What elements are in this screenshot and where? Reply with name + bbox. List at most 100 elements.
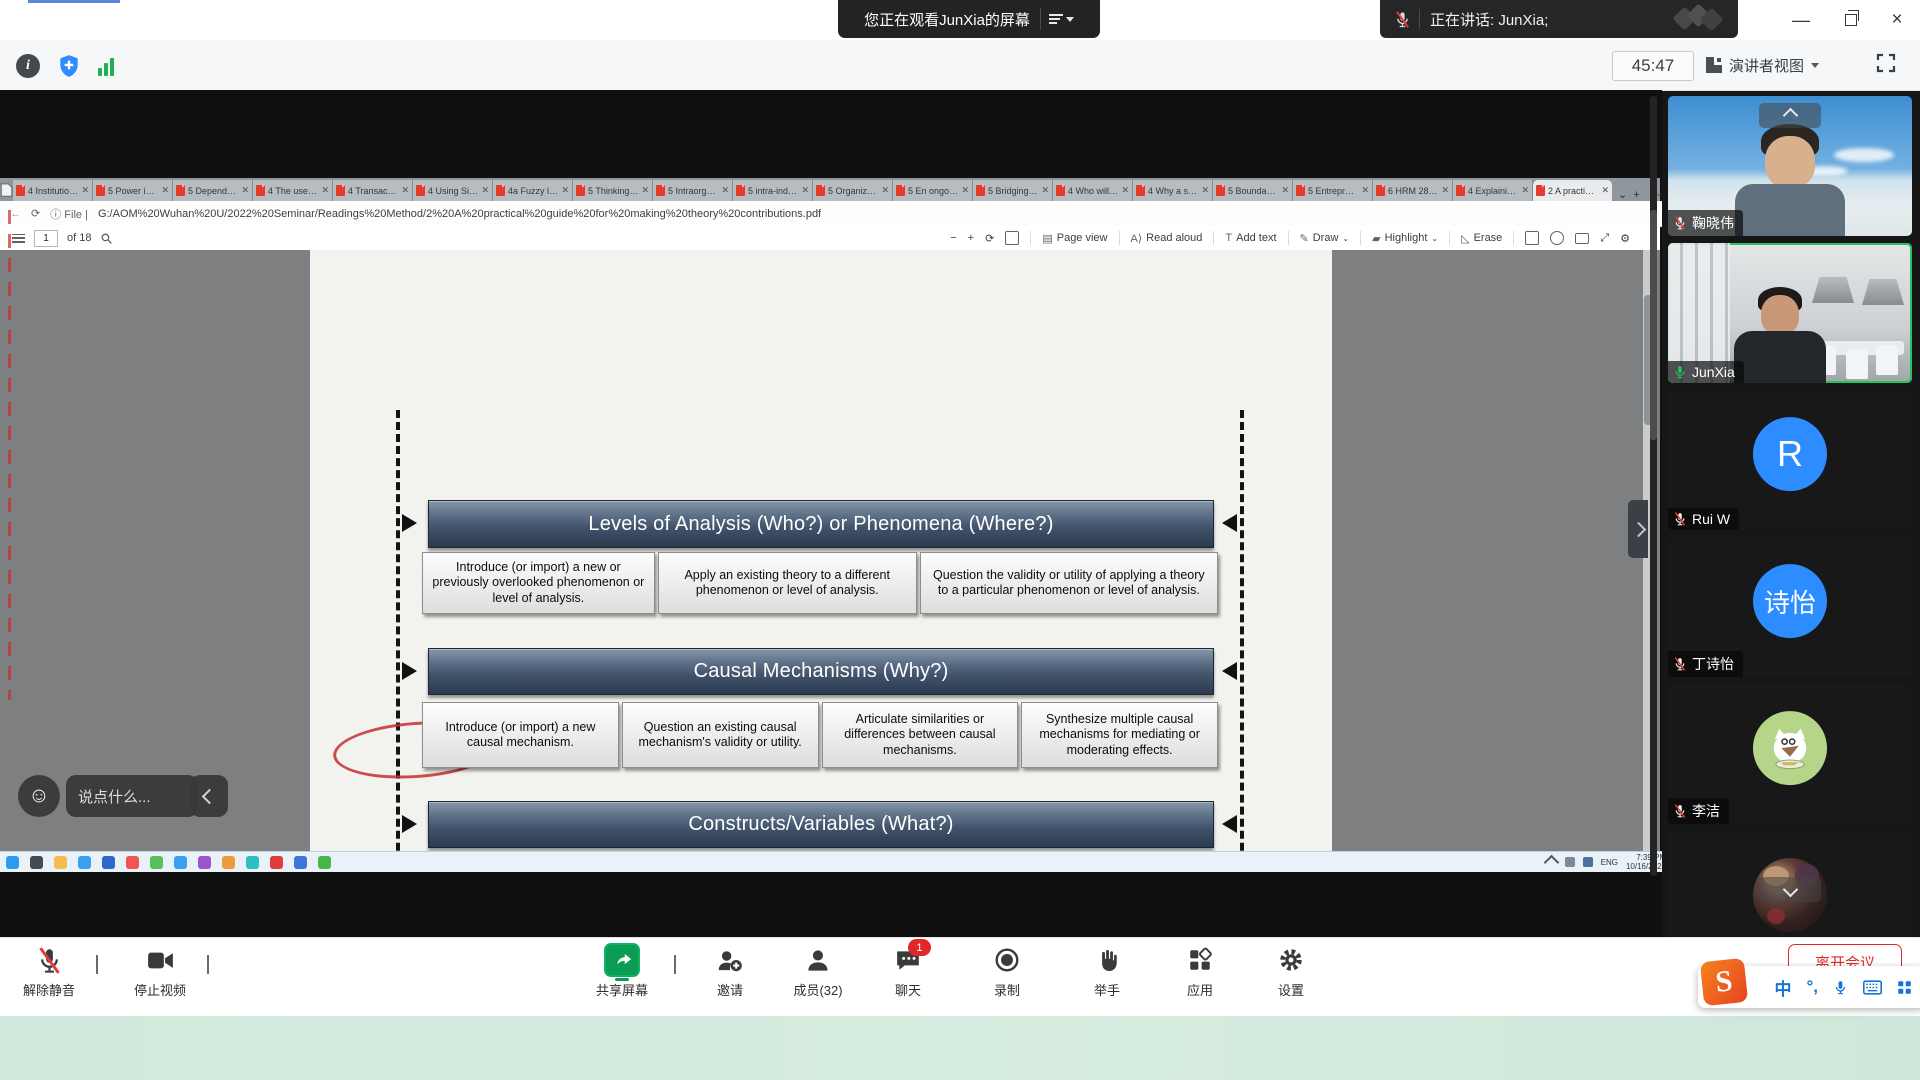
pdf-tool-highlight[interactable]: ▰Highlight ⌄ — [1372, 232, 1438, 245]
invite-button[interactable]: 邀请 — [717, 945, 744, 999]
view-mode-button[interactable]: 演讲者视图 — [1706, 49, 1819, 81]
browser-tab[interactable]: 4 Institutional p... ✕ — [13, 180, 93, 201]
remote-taskbar-icon[interactable] — [246, 856, 259, 869]
restore-button[interactable] — [1836, 8, 1866, 32]
browser-tab[interactable]: 4 Using Simulati... ✕ — [413, 180, 493, 201]
refresh-icon[interactable]: ⟳ — [31, 207, 40, 220]
remote-taskbar-icon[interactable] — [222, 856, 235, 869]
browser-tab[interactable]: 6 HRM 280 sea... ✕ — [1373, 180, 1453, 201]
pdf-tool-draw[interactable]: ✎Draw ⌄ — [1300, 232, 1350, 245]
close-button[interactable]: × — [1882, 8, 1912, 32]
tab-close-icon[interactable]: ✕ — [881, 185, 889, 196]
emoji-button[interactable]: ☺ — [18, 775, 60, 817]
unmute-options-chevron[interactable] — [96, 955, 98, 973]
banner-menu-button[interactable] — [1040, 8, 1074, 30]
ime-language-button[interactable]: 中 — [1774, 975, 1791, 1000]
participant-tile[interactable]: JunXia — [1668, 243, 1912, 383]
pdf-menu-icon[interactable] — [12, 234, 25, 243]
tab-close-icon[interactable]: ✕ — [801, 185, 809, 196]
remote-taskbar-icon[interactable] — [78, 856, 91, 869]
browser-tab[interactable]: 4 Transactional t... ✕ — [333, 180, 413, 201]
browser-tab[interactable]: 2 A practical gui... ✕ — [1533, 180, 1612, 201]
print-button[interactable] — [1575, 233, 1589, 244]
pdf-tool-add-text[interactable]: TAdd text — [1225, 232, 1276, 244]
remote-taskbar-icon[interactable] — [54, 856, 67, 869]
page-number-input[interactable]: 1 — [34, 230, 58, 247]
ime-voice-button[interactable] — [1833, 979, 1848, 996]
tab-close-icon[interactable]: ✕ — [81, 185, 89, 196]
settings-button[interactable]: 设置 — [1278, 945, 1304, 999]
raise-hand-button[interactable]: 举手 — [1094, 945, 1120, 999]
expand-button[interactable]: ⤢ — [1600, 232, 1609, 245]
tab-close-icon[interactable]: ✕ — [1361, 185, 1369, 196]
remote-taskbar-icon[interactable] — [150, 856, 163, 869]
browser-tab[interactable]: 5 Entrepreneuri... ✕ — [1293, 180, 1373, 201]
browser-tab[interactable]: 5 Organizationa... ✕ — [813, 180, 893, 201]
zoom-out-button[interactable]: − — [950, 232, 956, 244]
remote-taskbar-icon[interactable] — [30, 856, 43, 869]
pdf-tool-page-view[interactable]: ▤Page view — [1042, 232, 1107, 245]
save-button[interactable] — [1525, 231, 1539, 245]
chat-collapse-button[interactable] — [190, 775, 228, 817]
stop-video-button[interactable]: 停止视频 — [134, 945, 186, 999]
remote-taskbar-icon[interactable] — [270, 856, 283, 869]
participant-tile[interactable]: R Rui W — [1668, 390, 1912, 530]
tab-close-icon[interactable]: ✕ — [1281, 185, 1289, 196]
fit-page-button[interactable] — [1005, 231, 1019, 245]
remote-taskbar-icon[interactable] — [126, 856, 139, 869]
sidebar-expand-handle[interactable] — [1628, 500, 1648, 558]
thumbnails-collapse-button[interactable] — [1759, 877, 1821, 902]
zoom-in-button[interactable]: + — [968, 232, 974, 244]
tab-close-icon[interactable]: ✕ — [1441, 185, 1449, 196]
participant-tile[interactable] — [1668, 831, 1912, 937]
thumbnails-collapse-button[interactable] — [1759, 103, 1821, 128]
browser-tab[interactable]: 5 Bridging; the i... ✕ — [973, 180, 1053, 201]
browser-minimize-button[interactable]: — — [1658, 189, 1662, 201]
tab-close-icon[interactable]: ✕ — [1201, 185, 1209, 196]
browser-tab[interactable]: 5 Dependence a... ✕ — [173, 180, 253, 201]
remote-taskbar-icon[interactable] — [6, 856, 19, 869]
tab-close-icon[interactable]: ✕ — [161, 185, 169, 196]
tab-close-icon[interactable]: ✕ — [241, 185, 249, 196]
browser-tab[interactable]: 5 Thinking abou... ✕ — [573, 180, 653, 201]
unmute-button[interactable]: 解除静音 — [23, 945, 75, 999]
stop-video-options-chevron[interactable] — [207, 955, 209, 973]
rotate-button[interactable]: ⟳ — [985, 232, 994, 245]
chat-quick-input[interactable]: 说点什么... — [66, 775, 198, 817]
tab-close-icon[interactable]: ✕ — [721, 185, 729, 196]
remote-taskbar-icon[interactable] — [198, 856, 211, 869]
tab-close-icon[interactable]: ✕ — [321, 185, 329, 196]
browser-address-bar[interactable]: ← ⟳ ⓘ File | G:/AOM%20Wuhan%20U/2022%20S… — [0, 201, 1662, 227]
tab-close-icon[interactable]: ✕ — [1121, 185, 1129, 196]
ime-keyboard-button[interactable] — [1863, 980, 1882, 995]
encryption-shield-icon[interactable] — [56, 53, 82, 79]
remote-taskbar-icon[interactable] — [102, 856, 115, 869]
remote-taskbar-icon[interactable] — [294, 856, 307, 869]
tab-close-icon[interactable]: ✕ — [561, 185, 569, 196]
ime-punctuation-button[interactable]: °, — [1806, 977, 1818, 997]
tab-close-icon[interactable]: ✕ — [961, 185, 969, 196]
browser-tab[interactable]: 4 Why a semin... ✕ — [1133, 180, 1213, 201]
chat-button[interactable]: 1 聊天 — [895, 945, 921, 999]
browser-tab[interactable]: 5 Power imbalan... ✕ — [93, 180, 173, 201]
share-screen-options-chevron[interactable] — [674, 955, 676, 973]
pdf-tool-erase[interactable]: ◺Erase — [1461, 232, 1502, 245]
remote-taskbar-icon[interactable] — [174, 856, 187, 869]
tab-search-button[interactable]: ⌄ — [1618, 188, 1627, 201]
back-icon[interactable]: ← — [10, 208, 21, 220]
participant-tile[interactable]: 李洁 — [1668, 684, 1912, 824]
browser-tab[interactable]: 5 Boundary spa... ✕ — [1213, 180, 1293, 201]
tab-close-icon[interactable]: ✕ — [1041, 185, 1049, 196]
browser-tab[interactable]: 5 Intraorganizat... ✕ — [653, 180, 733, 201]
browser-tab[interactable]: 4 The use of int... ✕ — [253, 180, 333, 201]
pdf-canvas[interactable]: Levels of Analysis (Who?) or Phenomena (… — [0, 250, 1660, 851]
tab-close-icon[interactable]: ✕ — [1521, 185, 1529, 196]
tab-close-icon[interactable]: ✕ — [1601, 185, 1609, 196]
record-button[interactable]: 录制 — [994, 945, 1020, 999]
meeting-info-icon[interactable]: i — [16, 54, 40, 78]
tab-close-icon[interactable]: ✕ — [401, 185, 409, 196]
pdf-tool-read-aloud[interactable]: A⟩Read aloud — [1131, 232, 1203, 245]
search-icon[interactable] — [100, 232, 113, 245]
participant-tile[interactable]: 鞠晓伟 — [1668, 96, 1912, 236]
connection-stats-icon[interactable] — [98, 56, 114, 76]
